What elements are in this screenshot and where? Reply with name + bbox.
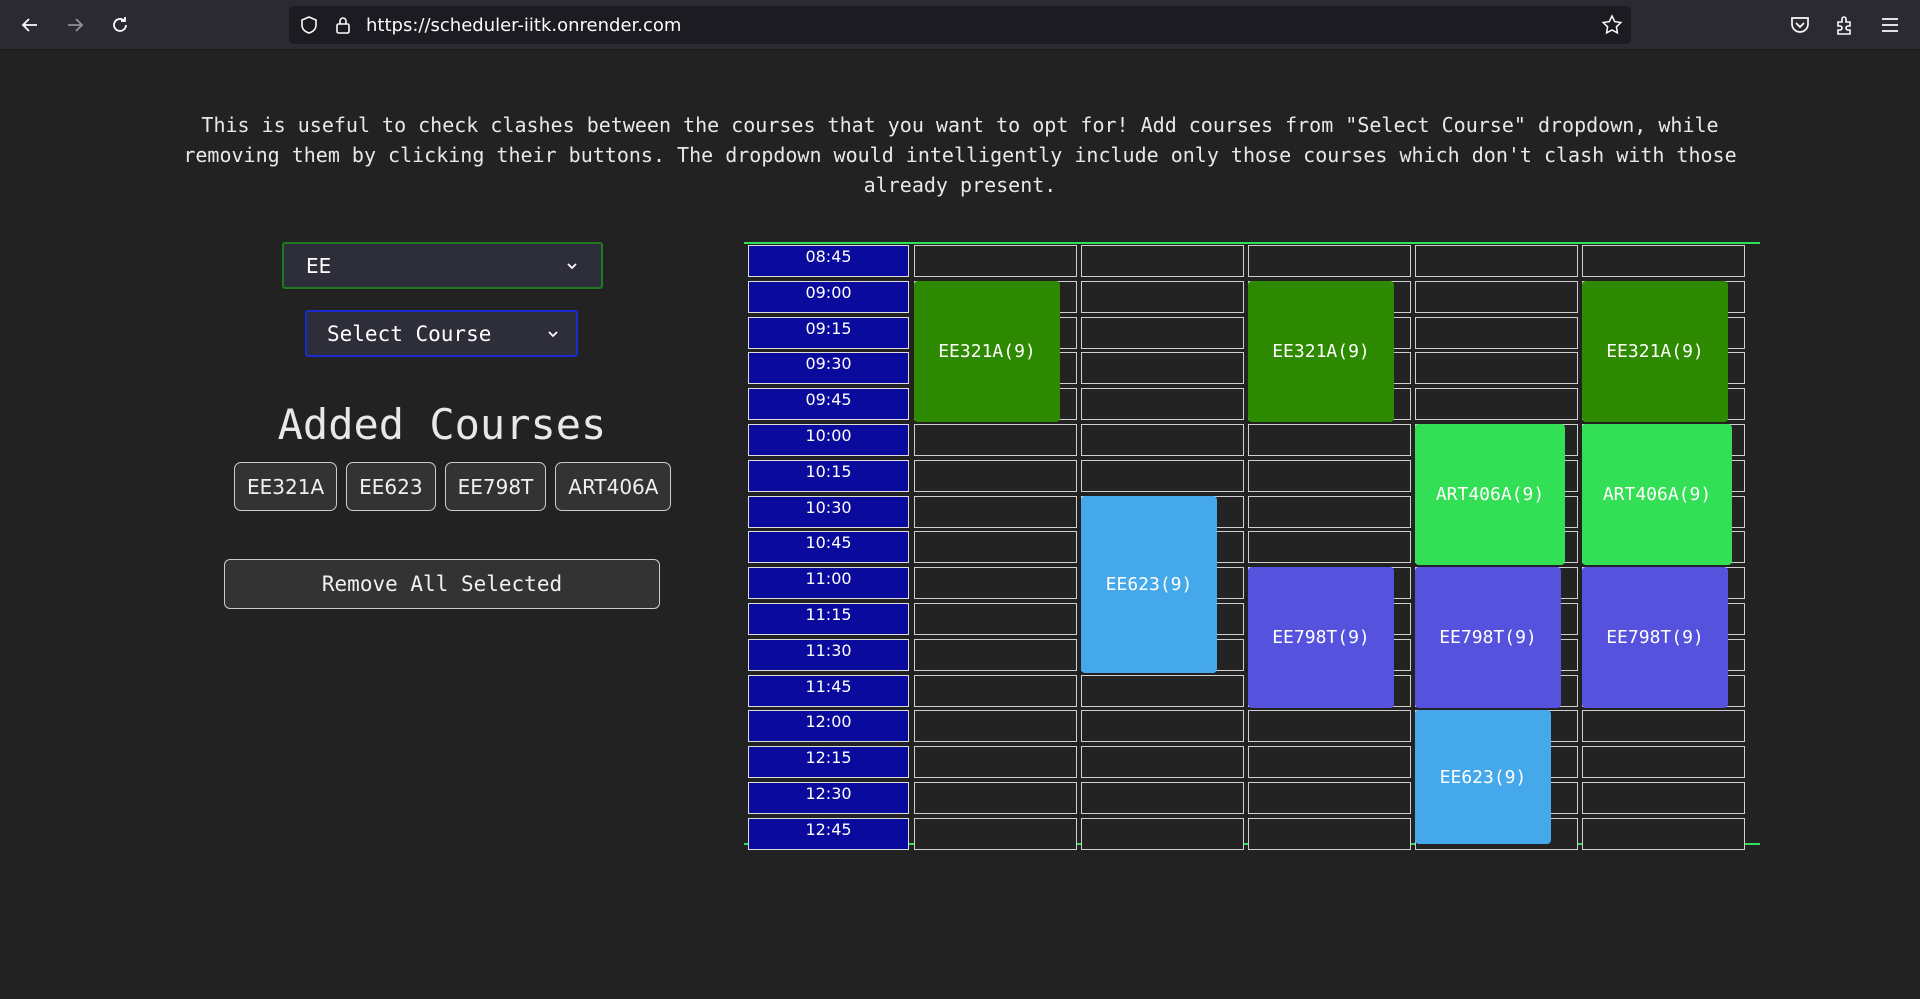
- timetable-cell: [914, 567, 1077, 600]
- timetable-cell: [914, 746, 1077, 779]
- timetable-cell: [1248, 424, 1411, 456]
- timetable-cell: [914, 459, 1077, 492]
- time-slot-label: 12:45: [748, 817, 909, 850]
- course-chip-art406a[interactable]: ART406A: [555, 462, 672, 511]
- time-slot-label: 12:15: [748, 746, 909, 779]
- time-slot-label: 09:45: [748, 388, 909, 421]
- timetable-cell: [914, 638, 1077, 671]
- bookmark-star-icon[interactable]: [1601, 14, 1623, 36]
- course-block: EE798T(9): [1582, 567, 1728, 709]
- timetable-cell: [1081, 459, 1244, 492]
- timetable-cell: [1081, 388, 1244, 421]
- forward-icon[interactable]: [60, 10, 90, 40]
- course-block: EE321A(9): [1582, 280, 1728, 422]
- timetable-cell: [914, 603, 1077, 635]
- timetable-cell: [1582, 782, 1745, 814]
- timetable-cell: [1582, 746, 1745, 779]
- timetable-cell: [1248, 531, 1411, 564]
- url-text[interactable]: https://scheduler-iitk.onrender.com: [366, 15, 681, 36]
- timetable-cell: [1081, 352, 1244, 385]
- timetable-cell: [1415, 280, 1578, 313]
- time-slot-label: 10:15: [748, 459, 909, 492]
- back-icon[interactable]: [15, 10, 45, 40]
- timetable-cell: [914, 817, 1077, 850]
- timetable-cell: [1081, 746, 1244, 779]
- branch-select-value: EE: [306, 253, 332, 278]
- timetable-cell: [1081, 674, 1244, 707]
- timetable-cell: [914, 424, 1077, 456]
- timetable-cell: [1415, 388, 1578, 421]
- course-block: EE623(9): [1081, 495, 1217, 673]
- menu-icon[interactable]: [1878, 13, 1902, 37]
- time-slot-label: 11:00: [748, 567, 909, 600]
- pocket-icon[interactable]: [1788, 13, 1812, 37]
- timetable-cell: [914, 495, 1077, 528]
- added-courses-heading: Added Courses: [277, 400, 607, 449]
- timetable-cell: [1415, 316, 1578, 349]
- timetable-cell: [1081, 280, 1244, 313]
- timetable-cell: [1582, 817, 1745, 850]
- timetable-cell: [1248, 746, 1411, 779]
- time-slot-label: 11:15: [748, 603, 909, 635]
- time-slot-label: 11:45: [748, 674, 909, 707]
- timetable-cell: [1081, 782, 1244, 814]
- course-chip-ee798t[interactable]: EE798T: [444, 462, 547, 511]
- timetable-cell: [1248, 782, 1411, 814]
- timetable-cell: [1248, 710, 1411, 743]
- timetable-cell: [1081, 710, 1244, 743]
- time-slot-label: 12:30: [748, 782, 909, 814]
- timetable-cell: [914, 710, 1077, 743]
- reload-icon[interactable]: [105, 10, 135, 40]
- course-select[interactable]: Select Course: [305, 310, 578, 357]
- timetable-cell: [914, 531, 1077, 564]
- time-slot-label: 12:00: [748, 710, 909, 743]
- timetable-cell: [1415, 352, 1578, 385]
- time-slot-label: 09:15: [748, 316, 909, 349]
- time-slot-label: 09:00: [748, 280, 909, 313]
- timetable-cell: [1248, 495, 1411, 528]
- course-chip-ee321a[interactable]: EE321A: [234, 462, 338, 511]
- time-slot-label: 10:00: [748, 424, 909, 456]
- timetable-cell: [1248, 817, 1411, 850]
- added-courses-list: EE321A EE623 EE798T ART406A: [234, 462, 672, 511]
- timetable-cell: [914, 674, 1077, 707]
- extensions-icon[interactable]: [1833, 13, 1857, 37]
- url-bar[interactable]: https://scheduler-iitk.onrender.com: [289, 6, 1631, 44]
- timetable-cell: [1081, 316, 1244, 349]
- course-block: ART406A(9): [1582, 424, 1732, 566]
- timetable-cell: [914, 782, 1077, 814]
- time-slot-label: 08:45: [748, 245, 909, 277]
- chevron-down-icon: [567, 262, 577, 269]
- time-slot-label: 09:30: [748, 352, 909, 385]
- course-block: EE623(9): [1415, 710, 1551, 844]
- course-block: EE798T(9): [1248, 567, 1394, 709]
- time-slot-label: 10:45: [748, 531, 909, 564]
- course-block: EE321A(9): [914, 280, 1060, 422]
- course-chip-ee623[interactable]: EE623: [346, 462, 436, 511]
- timetable: 08:45 09:00 09:15 09:30 09:45 10:00 10:15 10:30…: [744, 242, 1760, 850]
- timetable-cell: [1248, 459, 1411, 492]
- timetable-cell: [1582, 245, 1745, 277]
- lock-icon[interactable]: [333, 15, 353, 35]
- course-select-value: Select Course: [327, 321, 492, 346]
- chevron-down-icon: [548, 330, 558, 337]
- course-block: EE798T(9): [1415, 567, 1561, 709]
- course-block: ART406A(9): [1415, 424, 1565, 566]
- timetable-cell: [1081, 245, 1244, 277]
- course-block: EE321A(9): [1248, 280, 1394, 422]
- timetable-cell: [914, 245, 1077, 277]
- timetable-cell: [1415, 245, 1578, 277]
- time-slot-label: 11:30: [748, 638, 909, 671]
- remove-all-button[interactable]: Remove All Selected: [224, 559, 660, 609]
- timetable-cell: [1081, 424, 1244, 456]
- branch-select[interactable]: EE: [282, 242, 603, 289]
- time-slot-label: 10:30: [748, 495, 909, 528]
- timetable-cell: [1081, 817, 1244, 850]
- shield-icon[interactable]: [299, 15, 319, 35]
- timetable-cell: [1248, 245, 1411, 277]
- intro-text: This is useful to check clashes between …: [183, 113, 1737, 197]
- browser-toolbar: https://scheduler-iitk.onrender.com: [0, 0, 1920, 50]
- timetable-cell: [1582, 710, 1745, 743]
